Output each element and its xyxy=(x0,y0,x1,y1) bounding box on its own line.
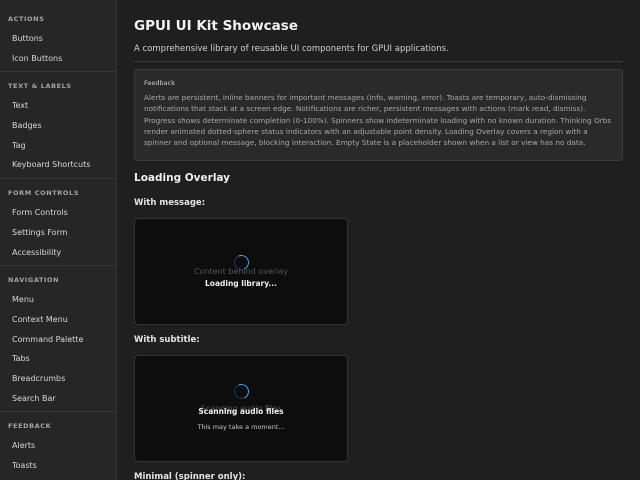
overlay-subtitle: This may take a moment... xyxy=(197,423,285,431)
feedback-description-card: Feedback Alerts are persistent, inline b… xyxy=(134,69,623,161)
sidebar-item-settings-form[interactable]: Settings Form xyxy=(0,223,68,243)
sidebar-divider xyxy=(0,178,116,179)
sidebar-divider xyxy=(0,411,116,412)
sidebar-item-search-bar[interactable]: Search Bar xyxy=(0,389,56,409)
sidebar-divider xyxy=(0,265,116,266)
sidebar-item-form-controls[interactable]: Form Controls xyxy=(0,203,68,223)
sidebar-item-buttons[interactable]: Buttons xyxy=(0,29,43,49)
sidebar-item-command-palette[interactable]: Command Palette xyxy=(0,330,83,350)
main-content: GPUI UI Kit Showcase A comprehensive lib… xyxy=(118,0,640,480)
sidebar: ACTIONS Buttons Icon Buttons TEXT & LABELS T… xyxy=(0,0,117,480)
sidebar-item-text[interactable]: Text xyxy=(0,96,28,116)
sidebar-heading: FEEDBACK xyxy=(8,422,52,430)
card-text: Alerts are persistent, inline banners fo… xyxy=(144,93,612,148)
sidebar-item-accessibility[interactable]: Accessibility xyxy=(0,243,61,263)
sidebar-divider xyxy=(0,71,116,72)
spinner-icon xyxy=(231,381,252,402)
card-heading: Feedback xyxy=(144,79,175,87)
sidebar-item-tag[interactable]: Tag xyxy=(0,136,26,156)
sidebar-item-toasts[interactable]: Toasts xyxy=(0,456,37,476)
page-title: GPUI UI Kit Showcase xyxy=(134,18,298,34)
overlay-demo-subtitle: Scanning audio files Scanning audio file… xyxy=(134,355,348,462)
demo-label-subtitle: With subtitle: xyxy=(134,335,200,345)
sidebar-heading: FORM CONTROLS xyxy=(8,189,80,197)
sidebar-item-keyboard-shortcuts[interactable]: Keyboard Shortcuts xyxy=(0,155,90,175)
sidebar-item-menu[interactable]: Menu xyxy=(0,290,34,310)
overlay-demo-message: Content behind overlay Loading library..… xyxy=(134,218,348,325)
sidebar-item-alerts[interactable]: Alerts xyxy=(0,436,35,456)
demo-label-message: With message: xyxy=(134,198,206,208)
sidebar-item-badges[interactable]: Badges xyxy=(0,116,42,136)
section-title: Loading Overlay xyxy=(134,172,231,184)
sidebar-item-tabs[interactable]: Tabs xyxy=(0,349,30,369)
overlay-message: Loading library... xyxy=(205,279,277,288)
page-subtitle: A comprehensive library of reusable UI c… xyxy=(134,44,449,54)
sidebar-heading: TEXT & LABELS xyxy=(8,82,72,90)
sidebar-heading: NAVIGATION xyxy=(8,276,60,284)
divider xyxy=(134,61,623,62)
sidebar-item-breadcrumbs[interactable]: Breadcrumbs xyxy=(0,369,65,389)
sidebar-heading: ACTIONS xyxy=(8,15,45,23)
sidebar-item-icon-buttons[interactable]: Icon Buttons xyxy=(0,49,62,69)
demo-label-minimal: Minimal (spinner only): xyxy=(134,472,246,480)
sidebar-item-context-menu[interactable]: Context Menu xyxy=(0,310,68,330)
overlay-message: Scanning audio files xyxy=(198,407,284,416)
